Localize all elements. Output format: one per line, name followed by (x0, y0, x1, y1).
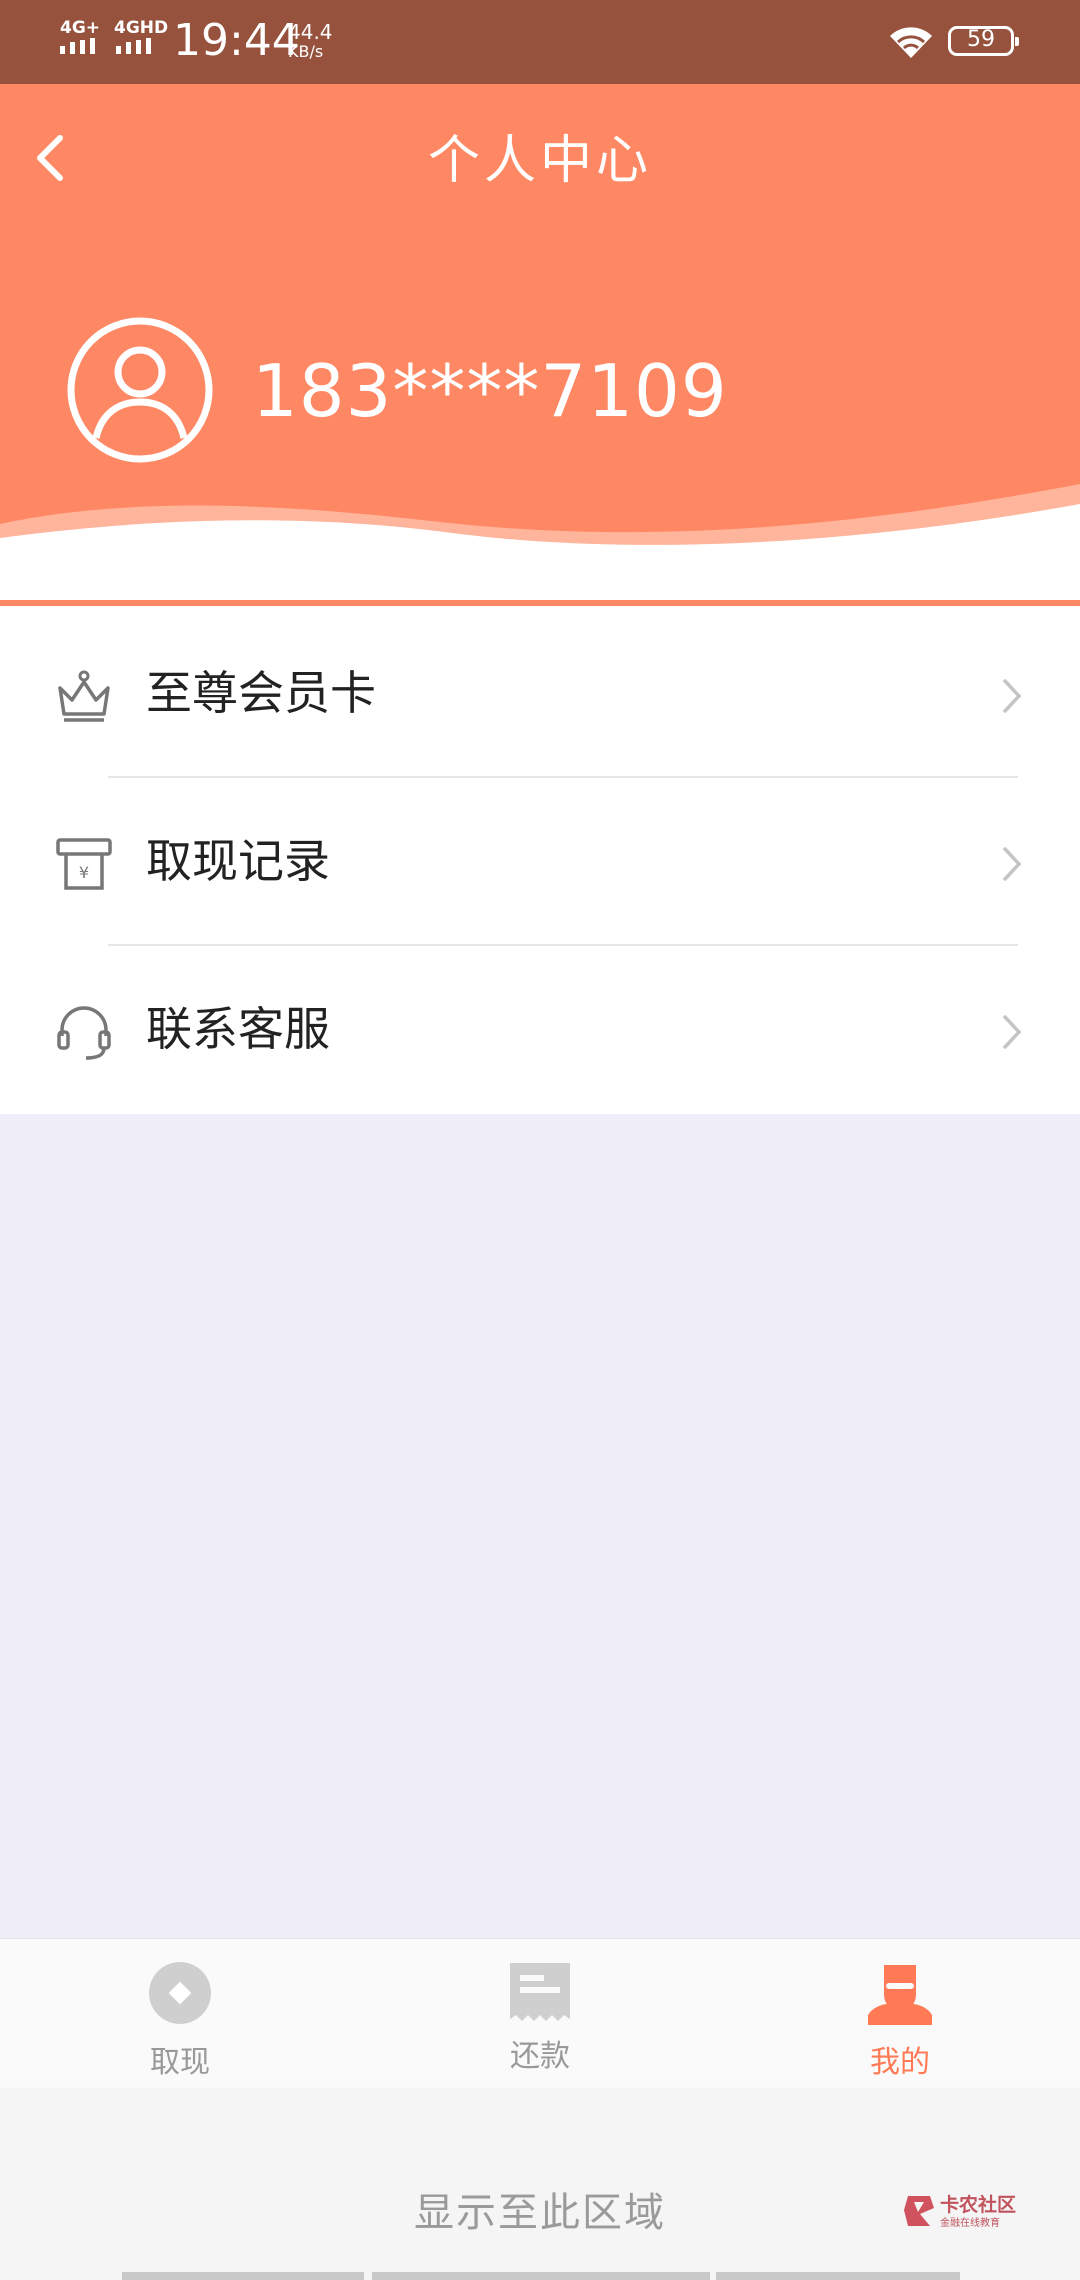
tab-label: 还款 (510, 2039, 570, 2074)
menu-item-customer-service[interactable]: 联系客服 (0, 946, 1080, 1114)
repay-icon (510, 1963, 570, 2021)
menu-list: 至尊会员卡 ¥ 取现记录 联系客服 (0, 610, 1080, 1114)
network-speed-unit: KB/s (288, 42, 324, 61)
watermark: 卡农社区 金融在线教育 (900, 2188, 1030, 2234)
signal-icon-2 (116, 38, 151, 54)
battery-level: 59 (967, 27, 995, 52)
chevron-right-icon (1003, 847, 1022, 881)
watermark-logo-icon (904, 2196, 934, 2226)
user-phone-number: 183****7109 (252, 349, 728, 433)
status-bar: 4G+ 4GHD 19:44 44.4 KB/s 59 (0, 0, 1080, 84)
chevron-right-icon (1003, 1015, 1022, 1049)
wifi-icon (890, 27, 932, 58)
menu-item-withdraw-records[interactable]: ¥ 取现记录 (0, 778, 1080, 946)
receipt-icon: ¥ (56, 838, 112, 890)
svg-text:¥: ¥ (79, 863, 89, 882)
network-speed-value: 44.4 (288, 20, 333, 44)
menu-item-vip-card[interactable]: 至尊会员卡 (0, 610, 1080, 778)
tab-label: 我的 (870, 2045, 930, 2080)
signal-icon-1 (60, 38, 95, 54)
menu-item-label: 至尊会员卡 (146, 666, 376, 720)
menu-item-label: 取现记录 (146, 834, 330, 888)
watermark-subtitle: 金融在线教育 (940, 2218, 1000, 2229)
headset-icon (57, 1006, 111, 1060)
menu-item-label: 联系客服 (146, 1002, 330, 1056)
tab-mine[interactable]: 我的 (800, 1939, 1000, 2089)
crown-icon (58, 670, 110, 722)
profile-icon (868, 1965, 932, 2025)
bottom-navigation: 取现 还款 我的 (0, 1938, 1080, 2088)
tab-withdraw[interactable]: 取现 (80, 1939, 280, 2089)
battery-icon: 59 (948, 26, 1019, 56)
profile-header: 个人中心 183****7109 (0, 84, 1080, 610)
chevron-right-icon (1003, 679, 1022, 713)
header-wave (0, 484, 1080, 610)
gesture-bar (0, 2272, 1080, 2280)
network-speed: 44.4 KB/s (288, 22, 333, 62)
bottom-area: 显示至此区域 卡农社区 金融在线教育 (0, 2088, 1080, 2280)
avatar-icon[interactable] (66, 316, 214, 464)
clock: 19:44 (173, 15, 300, 66)
page-title: 个人中心 (427, 131, 652, 191)
withdraw-icon (149, 1962, 211, 2024)
tab-label: 取现 (150, 2045, 210, 2080)
network-type-1: 4G+ (60, 18, 101, 38)
network-type-2: 4GHD (114, 18, 169, 38)
tab-repay[interactable]: 还款 (440, 1939, 640, 2089)
watermark-title: 卡农社区 (940, 2194, 1017, 2216)
